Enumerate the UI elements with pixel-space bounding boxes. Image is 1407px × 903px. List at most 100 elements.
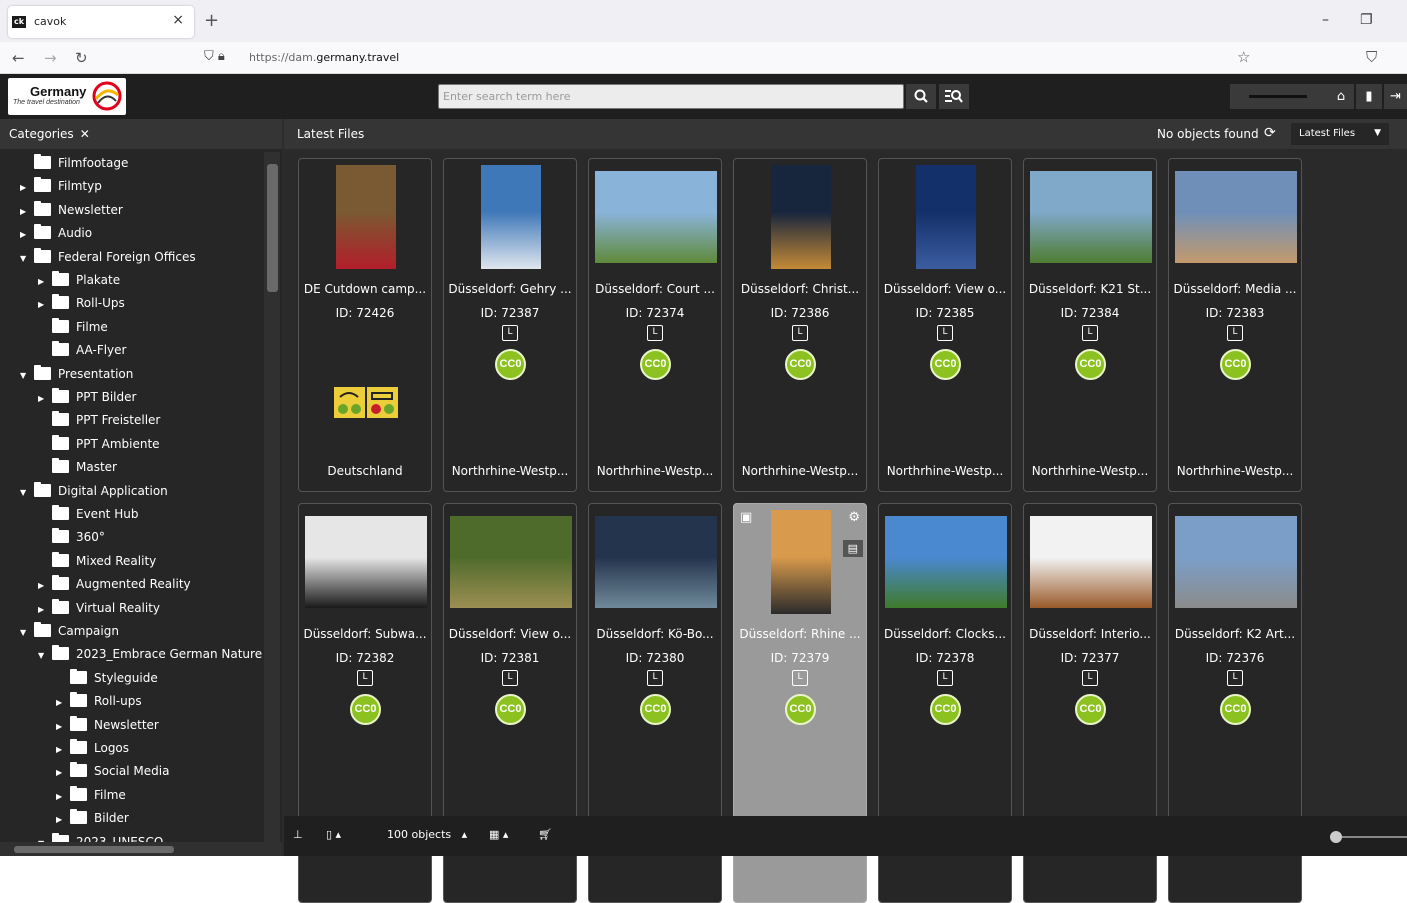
file-card[interactable]: Düsseldorf: K21 St... ID: 72384 L CC0 Northr… xyxy=(1023,158,1157,492)
minimize-icon[interactable]: – xyxy=(1322,12,1329,28)
tree-item[interactable]: ▼ 2023_Embrace German Nature xyxy=(38,645,262,667)
license-icon[interactable]: L xyxy=(937,670,953,686)
expand-arrow-icon[interactable]: ▶ xyxy=(56,722,70,731)
reload-icon[interactable]: ↻ xyxy=(75,49,88,67)
file-thumbnail[interactable] xyxy=(595,171,717,263)
collapse-arrow-icon[interactable]: ▼ xyxy=(20,488,34,497)
file-thumbnail[interactable] xyxy=(595,516,717,608)
expand-arrow-icon[interactable]: ▶ xyxy=(38,394,52,403)
tree-item[interactable]: PPT Freisteller xyxy=(38,411,160,433)
tree-item[interactable]: ▶ Newsletter xyxy=(56,715,159,738)
file-card[interactable]: Düsseldorf: Christ... ID: 72386 L CC0 Northr… xyxy=(733,158,867,492)
file-thumbnail[interactable] xyxy=(481,165,541,269)
pin-icon[interactable]: ⊥ xyxy=(293,828,303,841)
expand-arrow-icon[interactable]: ▶ xyxy=(56,698,70,707)
tree-item[interactable]: ▶ Roll-ups xyxy=(56,692,142,714)
collapse-arrow-icon[interactable]: ▼ xyxy=(20,254,34,263)
zoom-slider[interactable] xyxy=(1330,831,1407,843)
germany-logo[interactable]: Germany The travel destination xyxy=(8,78,126,115)
file-thumbnail[interactable] xyxy=(1175,171,1297,263)
new-tab-icon[interactable]: + xyxy=(204,10,219,31)
save-icon[interactable]: ▣ xyxy=(740,510,752,525)
tree-item[interactable]: ▶ Filmtyp xyxy=(20,177,102,199)
tree-item[interactable]: Filme xyxy=(38,317,108,340)
file-thumbnail[interactable] xyxy=(916,165,976,269)
expand-arrow-icon[interactable]: ▶ xyxy=(20,230,34,239)
restore-icon[interactable]: ❐ xyxy=(1360,12,1373,28)
logout-icon[interactable]: ⇥ xyxy=(1384,84,1407,109)
grid-view-icon[interactable]: ▦ ▴ xyxy=(489,828,508,841)
expand-arrow-icon[interactable]: ▶ xyxy=(38,581,52,590)
sort-dropdown[interactable]: Latest Files ▼ xyxy=(1291,123,1389,145)
license-icon[interactable]: L xyxy=(937,325,953,341)
collapse-arrow-icon[interactable]: ▼ xyxy=(38,651,52,660)
file-thumbnail[interactable] xyxy=(336,165,396,269)
file-thumbnail[interactable] xyxy=(1030,171,1152,263)
tree-item[interactable]: Filmfootage xyxy=(20,154,128,176)
file-thumbnail[interactable] xyxy=(771,165,831,269)
license-icon[interactable]: L xyxy=(1082,325,1098,341)
pocket-icon[interactable]: ⛉ xyxy=(1366,48,1377,66)
license-icon[interactable]: L xyxy=(792,670,808,686)
license-icon[interactable]: L xyxy=(502,325,518,341)
refresh-icon[interactable]: ⟳ xyxy=(1264,125,1276,141)
bookmark-star-icon[interactable]: ☆ xyxy=(1237,48,1250,66)
tree-item[interactable]: ▶ PPT Bilder xyxy=(38,388,136,410)
tree-scrollbar-vertical[interactable] xyxy=(264,152,280,842)
file-thumbnail[interactable] xyxy=(450,516,572,608)
tree-item[interactable]: Styleguide xyxy=(56,668,158,691)
license-icon[interactable]: L xyxy=(502,670,518,686)
tab-close-icon[interactable]: × xyxy=(172,12,184,28)
file-card[interactable]: Düsseldorf: Gehry ... ID: 72387 L CC0 Northr… xyxy=(443,158,577,492)
tree-item[interactable]: ▼2023_UNESCO xyxy=(38,832,163,842)
gear-icon[interactable]: ⚙ xyxy=(848,510,860,525)
tree-item[interactable]: ▶ Plakate xyxy=(38,271,120,293)
tree-item[interactable]: Event Hub xyxy=(38,505,138,527)
tree-item[interactable]: ▶ Newsletter xyxy=(20,200,123,223)
user-menu[interactable] xyxy=(1230,84,1328,109)
home-icon[interactable]: ⌂ xyxy=(1328,84,1354,109)
tree-scrollbar-horizontal[interactable] xyxy=(0,842,282,856)
tree-item[interactable]: 360° xyxy=(38,528,105,550)
license-icon[interactable]: L xyxy=(357,670,373,686)
expand-arrow-icon[interactable]: ▶ xyxy=(38,277,52,286)
tree-item[interactable]: ▶ Virtual Reality xyxy=(38,598,160,621)
collapse-arrow-icon[interactable]: ▼ xyxy=(20,628,34,637)
tree-item[interactable]: ▶ Augmented Reality xyxy=(38,575,191,597)
expand-arrow-icon[interactable]: ▶ xyxy=(38,300,52,309)
tree-item[interactable]: ▶ Filme xyxy=(56,785,126,808)
expand-arrow-icon[interactable]: ▶ xyxy=(20,183,34,192)
address-bar[interactable]: https://dam.germany.travel xyxy=(249,51,399,64)
expand-arrow-icon[interactable]: ▶ xyxy=(56,792,70,801)
license-icon[interactable]: L xyxy=(792,325,808,341)
expand-arrow-icon[interactable]: ▶ xyxy=(56,745,70,754)
messages-icon[interactable]: ▮ xyxy=(1356,84,1382,109)
tree-item[interactable]: ▶ Roll-Ups xyxy=(38,294,125,316)
license-icon[interactable]: L xyxy=(1227,670,1243,686)
close-categories-icon[interactable]: ✕ xyxy=(80,127,90,141)
tree-item[interactable]: ▼ Federal Foreign Offices xyxy=(20,247,196,270)
file-thumbnail[interactable] xyxy=(771,510,831,614)
file-card[interactable]: Düsseldorf: View o... ID: 72385 L CC0 Northr… xyxy=(878,158,1012,492)
search-button[interactable] xyxy=(906,84,936,109)
objects-per-page[interactable]: 100 objects ▴ xyxy=(387,828,467,841)
search-input[interactable]: Enter search term here xyxy=(438,84,904,109)
tree-item[interactable]: ▶ Audio xyxy=(20,224,92,246)
tree-item[interactable]: ▼ Presentation xyxy=(20,364,133,387)
license-icon[interactable]: L xyxy=(1227,325,1243,341)
file-thumbnail[interactable] xyxy=(1175,516,1297,608)
tree-item[interactable]: Master xyxy=(38,458,117,480)
file-card[interactable]: DE Cutdown camp... ID: 72426 Deutschland xyxy=(298,158,432,492)
tree-item[interactable]: Mixed Reality xyxy=(38,551,156,574)
license-icon[interactable]: L xyxy=(647,325,663,341)
details-icon[interactable]: ▤ xyxy=(842,540,863,557)
tree-item[interactable]: ▶ Bilder xyxy=(56,809,129,831)
tree-item[interactable]: AA-Flyer xyxy=(38,341,126,363)
back-icon[interactable]: ← xyxy=(12,49,25,67)
tree-item[interactable]: ▼ Digital Application xyxy=(20,481,168,504)
forward-icon[interactable]: → xyxy=(44,49,57,67)
tree-item[interactable]: ▶ Social Media xyxy=(56,762,169,784)
tree-item[interactable]: ▶ Logos xyxy=(56,739,129,761)
tree-item[interactable]: PPT Ambiente xyxy=(38,434,160,457)
cart-icon[interactable]: 🛒︎ xyxy=(538,828,552,841)
